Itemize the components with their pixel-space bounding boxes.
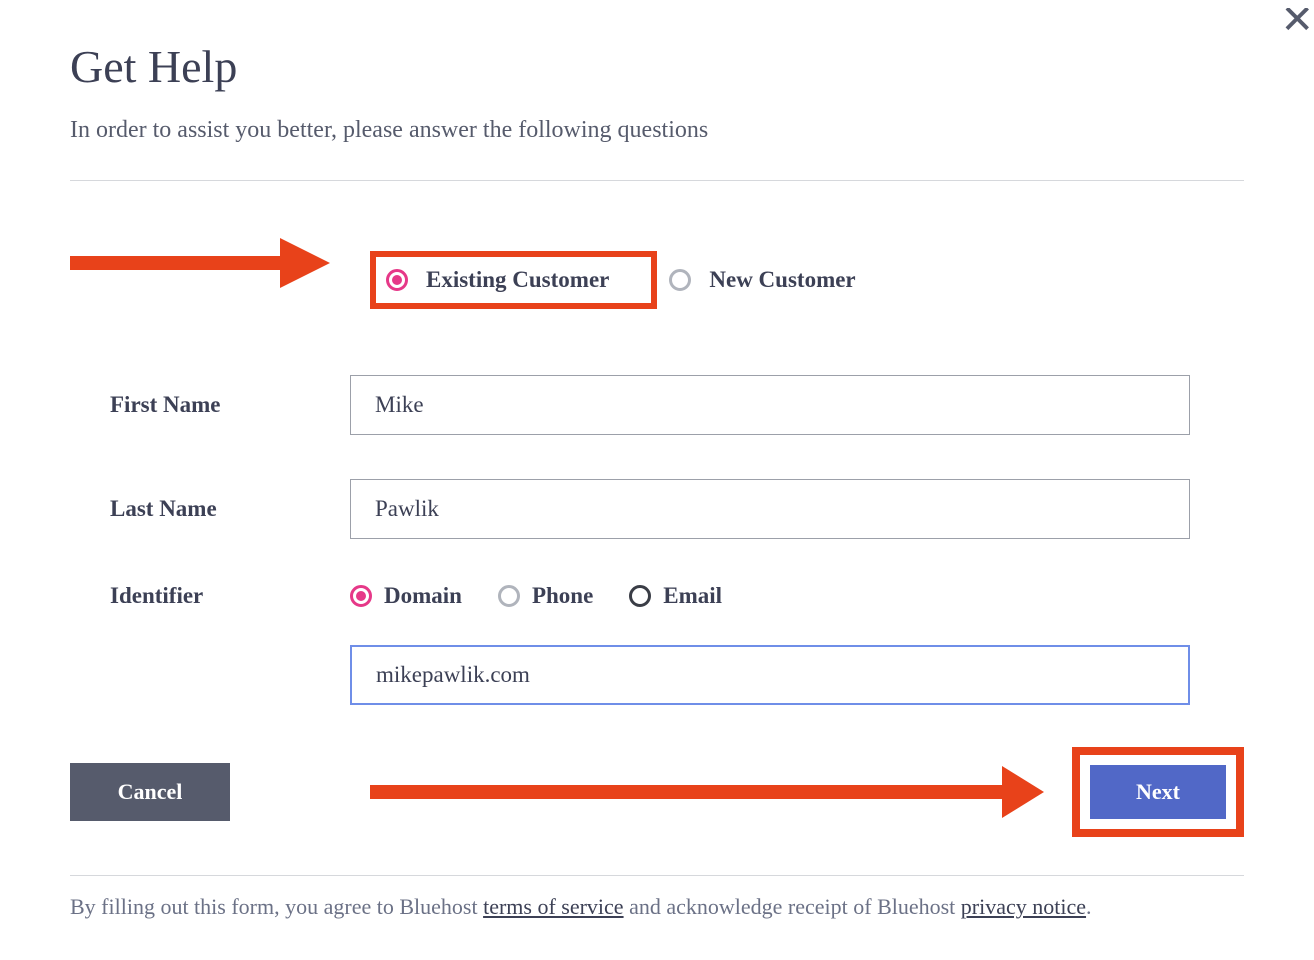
cancel-button[interactable]: Cancel [70,763,230,821]
disclaimer-prefix: By filling out this form, you agree to B… [70,894,483,919]
next-button[interactable]: Next [1088,763,1228,821]
radio-selected-icon [386,269,408,291]
divider [70,875,1244,876]
disclaimer-text: By filling out this form, you agree to B… [70,894,1244,920]
first-name-input[interactable] [350,375,1190,435]
first-name-row: First Name [110,375,1244,435]
divider [70,180,1244,181]
identifier-domain-radio[interactable]: Domain [350,583,462,609]
get-help-modal: ✕ Get Help In order to assist you better… [0,0,1314,960]
existing-customer-radio[interactable]: Existing Customer [386,267,609,293]
identifier-row: Identifier Domain Phone Email [110,583,1244,609]
identifier-email-label: Email [663,583,722,609]
new-customer-radio[interactable]: New Customer [669,267,855,293]
privacy-link[interactable]: privacy notice [961,894,1086,919]
identifier-phone-radio[interactable]: Phone [498,583,593,609]
existing-customer-highlight: Existing Customer [370,251,657,309]
identifier-phone-label: Phone [532,583,593,609]
last-name-label: Last Name [110,496,350,522]
identifier-value-row [110,645,1244,705]
terms-link[interactable]: terms of service [483,894,624,919]
button-row: Cancel Next [70,747,1244,837]
identifier-input[interactable] [350,645,1190,705]
first-name-label: First Name [110,392,350,418]
disclaimer-suffix: . [1086,894,1092,919]
last-name-row: Last Name [110,479,1244,539]
last-name-input[interactable] [350,479,1190,539]
annotation-arrow-icon [70,238,330,288]
page-title: Get Help [70,40,1244,93]
identifier-domain-label: Domain [384,583,462,609]
disclaimer-middle: and acknowledge receipt of Bluehost [624,894,961,919]
radio-selected-icon [350,585,372,607]
page-subtitle: In order to assist you better, please an… [70,117,1244,144]
existing-customer-label: Existing Customer [426,267,609,293]
radio-unselected-icon [669,269,691,291]
new-customer-label: New Customer [709,267,855,293]
identifier-label: Identifier [110,583,350,609]
customer-type-row: Existing Customer New Customer [110,251,1244,309]
close-icon[interactable]: ✕ [1280,8,1314,32]
radio-unselected-icon [629,585,651,607]
annotation-arrow-icon [370,766,1044,818]
identifier-email-radio[interactable]: Email [629,583,722,609]
next-button-highlight: Next [1072,747,1244,837]
radio-unselected-icon [498,585,520,607]
